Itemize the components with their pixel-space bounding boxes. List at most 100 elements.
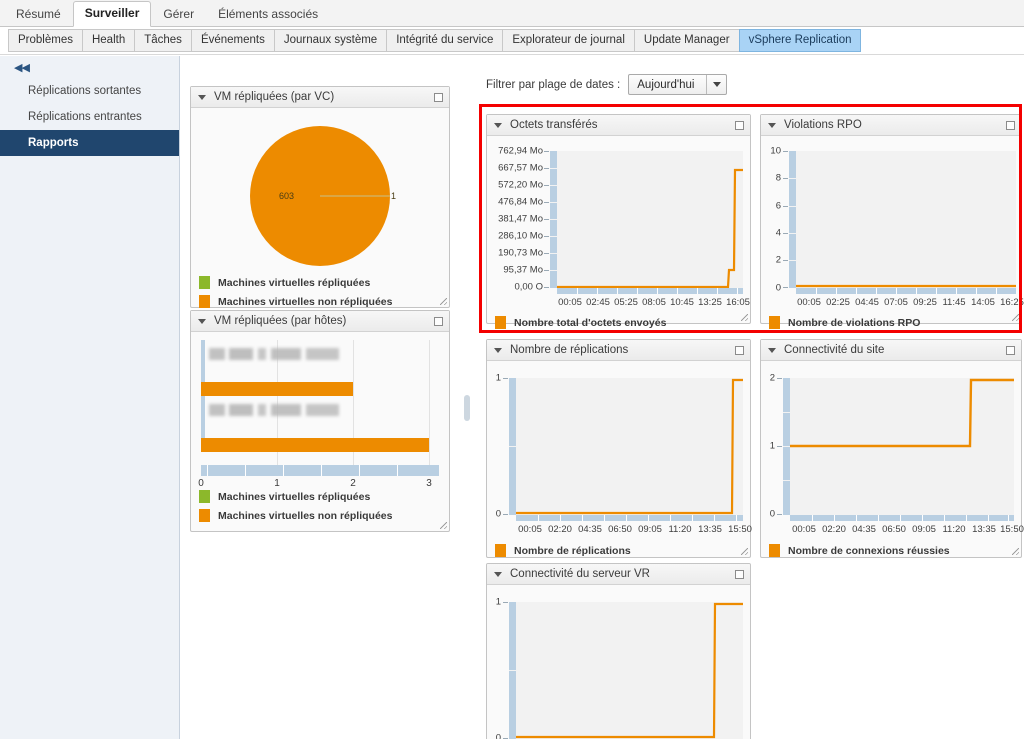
collapse-caret-icon[interactable]: [198, 95, 206, 100]
collapse-caret-icon[interactable]: [494, 348, 502, 353]
plot-area: [516, 378, 743, 515]
date-range-select[interactable]: Aujourd'hui: [628, 74, 727, 95]
legend-nombre-replications: Nombre de réplications: [495, 544, 631, 563]
maximize-icon[interactable]: [434, 317, 443, 326]
x-tick-label: 14:05: [971, 297, 995, 308]
x-tick-label: 07:05: [884, 297, 908, 308]
tab-elements-associes[interactable]: Éléments associés: [206, 2, 330, 27]
tab-journaux-systeme[interactable]: Journaux système: [274, 29, 386, 52]
sidebar-item-rapports[interactable]: Rapports: [0, 130, 179, 156]
collapse-sidebar-icon[interactable]: ◀◀: [0, 56, 179, 78]
x-tick-label: 1: [274, 478, 280, 489]
x-tick-label: 00:05: [797, 297, 821, 308]
maximize-icon[interactable]: [735, 570, 744, 579]
y-axis-labels: 0 1 2: [761, 361, 775, 511]
tab-update-manager[interactable]: Update Manager: [634, 29, 739, 52]
chevron-down-icon[interactable]: [706, 75, 726, 94]
resize-grip[interactable]: [741, 548, 748, 555]
legend-swatch-replications: [495, 544, 506, 557]
panel-title: Connectivité du site: [784, 344, 1006, 356]
maximize-icon[interactable]: [1006, 121, 1015, 130]
x-tick-label: 04:35: [852, 524, 876, 535]
legend-item: Nombre de réplications: [495, 544, 631, 557]
tab-health[interactable]: Health: [82, 29, 134, 52]
x-tick-label: 05:25: [614, 297, 638, 308]
x-tick-label: 3: [426, 478, 432, 489]
x-tick-label: 09:25: [913, 297, 937, 308]
x-tick-label: 02:20: [822, 524, 846, 535]
legend-item: Machines virtuelles répliquées: [199, 276, 392, 289]
secondary-tab-bar: Problèmes Health Tâches Événements Journ…: [0, 27, 1024, 55]
x-axis-labels: 00:05 02:45 05:25 08:05 10:45 13:25 16:0…: [557, 297, 743, 310]
tab-taches[interactable]: Tâches: [134, 29, 191, 52]
panel-header: Connectivité du serveur VR: [487, 564, 750, 585]
x-tick-label: 0: [198, 478, 204, 489]
panel-nombre-de-replications: Nombre de réplications 0 1: [486, 339, 751, 558]
y-tick-label: 762,94 Mo: [498, 146, 543, 157]
maximize-icon[interactable]: [434, 93, 443, 102]
x-axis-band: [557, 288, 743, 294]
y-tick-label: 2: [776, 255, 781, 266]
sidebar-item-replications-sortantes[interactable]: Réplications sortantes: [0, 78, 179, 104]
tab-surveiller[interactable]: Surveiller: [73, 1, 152, 27]
resize-grip[interactable]: [440, 298, 447, 305]
tab-problemes[interactable]: Problèmes: [8, 29, 82, 52]
y-tick-label: 8: [776, 173, 781, 184]
x-tick-label: 04:45: [855, 297, 879, 308]
legend-label: Nombre de connexions réussies: [788, 545, 950, 557]
x-tick-label: 13:35: [972, 524, 996, 535]
tab-explorateur-de-journal[interactable]: Explorateur de journal: [502, 29, 634, 52]
resize-grip[interactable]: [1012, 548, 1019, 555]
legend-label: Machines virtuelles non répliquées: [218, 296, 392, 308]
panel-header: Nombre de réplications: [487, 340, 750, 361]
tab-gerer[interactable]: Gérer: [151, 2, 206, 27]
maximize-icon[interactable]: [735, 121, 744, 130]
tab-vsphere-replication[interactable]: vSphere Replication: [739, 29, 862, 52]
y-axis-band: [550, 151, 557, 288]
legend-swatch-violations: [769, 316, 780, 329]
y-tick-label: 286,10 Mo: [498, 231, 543, 242]
collapse-caret-icon[interactable]: [768, 348, 776, 353]
vsphere-replication-reports-page: Résumé Surveiller Gérer Éléments associé…: [0, 0, 1024, 739]
tab-evenements[interactable]: Événements: [191, 29, 274, 52]
y-tick-label: 0: [776, 283, 781, 294]
maximize-icon[interactable]: [1006, 346, 1015, 355]
line-chart-connectivite-serveur-vr: 0 1: [487, 585, 750, 739]
collapse-caret-icon[interactable]: [768, 123, 776, 128]
x-tick-label: 15:50: [728, 524, 752, 535]
collapse-caret-icon[interactable]: [198, 319, 206, 324]
tab-resume[interactable]: Résumé: [4, 2, 73, 27]
legend-swatch-non-repliquees: [199, 295, 210, 308]
panel-title: Nombre de réplications: [510, 344, 735, 356]
x-tick-label: 2: [350, 478, 356, 489]
x-tick-label: 02:45: [586, 297, 610, 308]
panel-vm-repliquees-par-vc: VM répliquées (par VC) 603 1 Machines vi…: [190, 86, 450, 308]
panel-body: 762,94 Mo 667,57 Mo 572,20 Mo 476,84 Mo …: [487, 136, 750, 323]
x-tick-label: 04:35: [578, 524, 602, 535]
legend-label: Machines virtuelles répliquées: [218, 277, 370, 289]
maximize-icon[interactable]: [735, 346, 744, 355]
series-svg: [796, 151, 1016, 288]
x-axis-band: [516, 515, 743, 521]
legend-swatch-octets: [495, 316, 506, 329]
tab-integrite-du-service[interactable]: Intégrité du service: [386, 29, 502, 52]
panel-connectivite-du-serveur-vr: Connectivité du serveur VR 0 1: [486, 563, 751, 739]
panel-header: Octets transférés: [487, 115, 750, 136]
resize-grip[interactable]: [1012, 314, 1019, 321]
legend-swatch-repliquees: [199, 276, 210, 289]
y-axis-labels: 0 1: [487, 361, 501, 511]
x-tick-label: 08:05: [642, 297, 666, 308]
resize-grip[interactable]: [440, 522, 447, 529]
x-tick-label: 16:05: [726, 297, 750, 308]
y-axis-labels: 0 1: [487, 585, 501, 735]
series-nombre-connexions-reussies: [790, 380, 1014, 446]
bar-category-label-redacted: [209, 404, 339, 416]
x-tick-label: 10:45: [670, 297, 694, 308]
collapse-caret-icon[interactable]: [494, 123, 502, 128]
sidebar-item-replications-entrantes[interactable]: Réplications entrantes: [0, 104, 179, 130]
resize-grip[interactable]: [741, 314, 748, 321]
collapse-caret-icon[interactable]: [494, 572, 502, 577]
panel-splitter-handle[interactable]: [464, 395, 470, 421]
legend-item: Machines virtuelles non répliquées: [199, 295, 392, 308]
pie-label-repliquees: 1: [391, 191, 396, 201]
